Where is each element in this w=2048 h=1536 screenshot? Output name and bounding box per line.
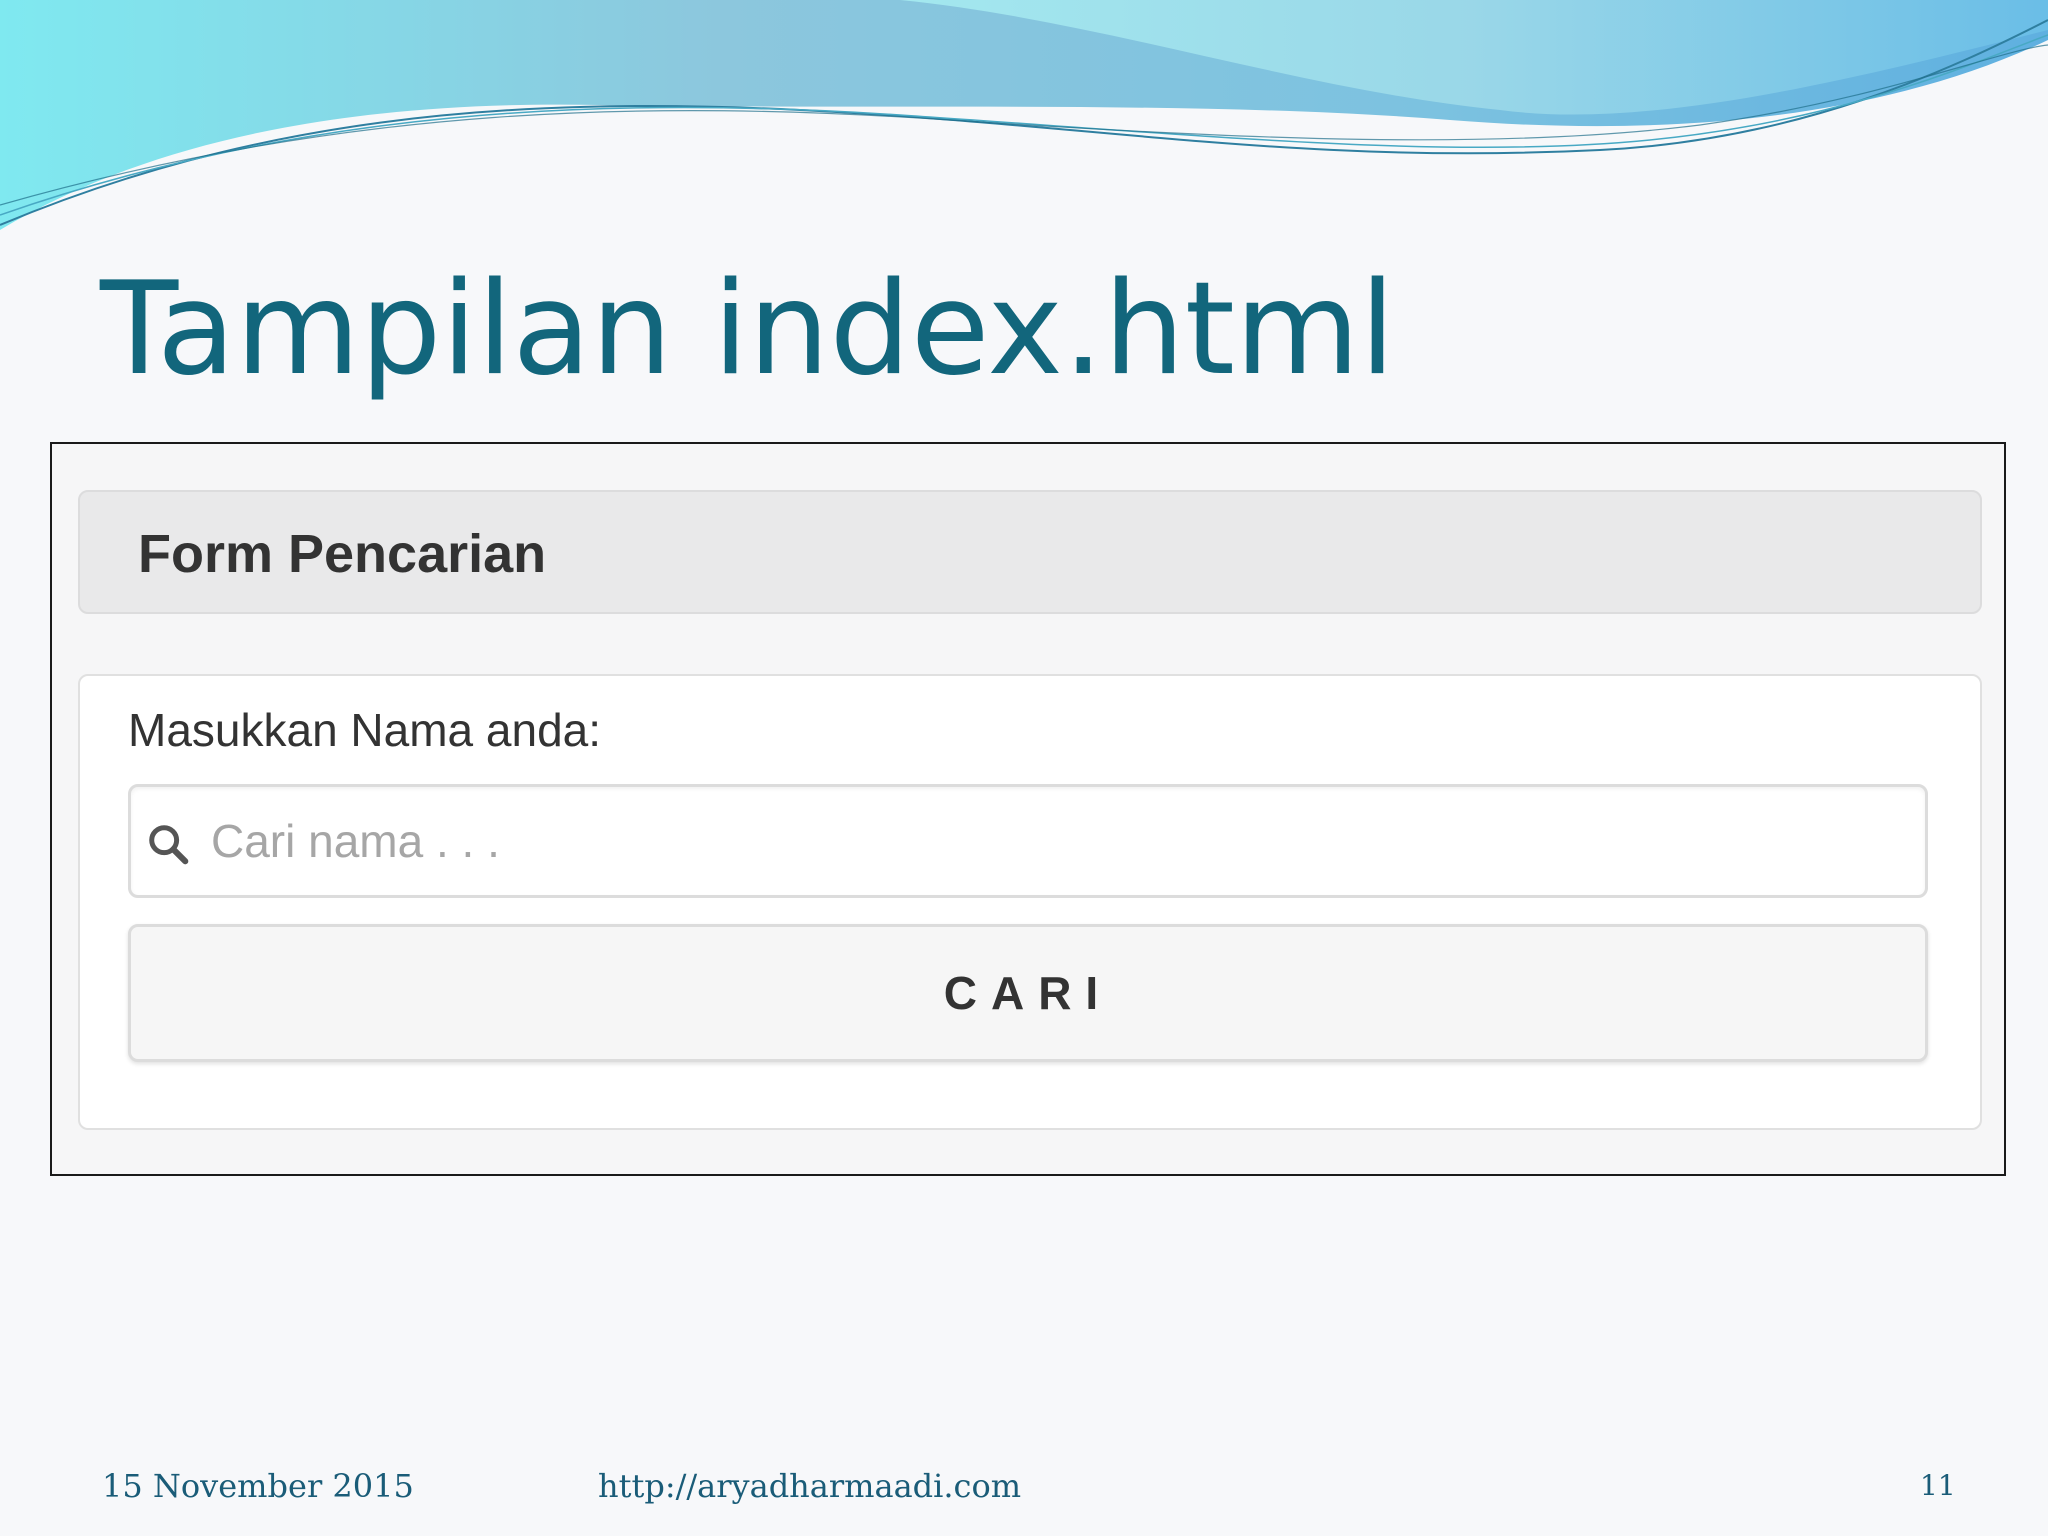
search-field[interactable]: [128, 784, 1928, 898]
search-form-card: Masukkan Nama anda: CARI: [78, 674, 1982, 1130]
form-header-title: Form Pencarian: [138, 524, 547, 584]
app-screenshot-frame: Form Pencarian Masukkan Nama anda: CARI: [50, 442, 2006, 1176]
search-icon: [149, 825, 189, 865]
form-header: Form Pencarian: [78, 490, 1982, 614]
footer-date: 15 November 2015: [102, 1467, 414, 1505]
header-wave-decoration: [0, 0, 2048, 230]
footer-page-number: 11: [1920, 1469, 1956, 1502]
search-input[interactable]: [211, 797, 1911, 885]
name-field-label: Masukkan Nama anda:: [128, 704, 602, 756]
search-button[interactable]: CARI: [128, 924, 1928, 1062]
footer-url: http://aryadharmaadi.com: [598, 1467, 1022, 1505]
slide-title: Tampilan index.html: [100, 255, 1396, 404]
